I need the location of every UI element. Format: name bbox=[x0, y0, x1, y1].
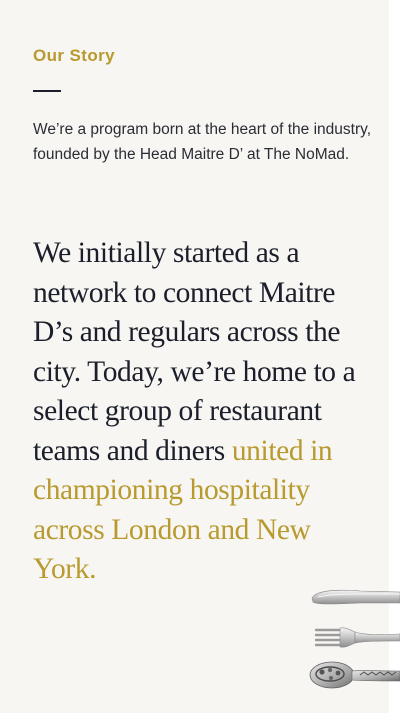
fork-icon bbox=[314, 627, 400, 648]
story-statement: We initially started as a network to con… bbox=[33, 234, 378, 590]
statement-main-text: We initially started as a network to con… bbox=[33, 237, 356, 467]
section-title: Our Story bbox=[33, 46, 116, 65]
title-divider bbox=[33, 90, 61, 92]
knife-icon bbox=[311, 589, 400, 605]
ornate-utensil-icon bbox=[309, 661, 400, 689]
cutlery-illustration bbox=[309, 589, 400, 689]
intro-text: We’re a program born at the heart of the… bbox=[33, 121, 372, 163]
